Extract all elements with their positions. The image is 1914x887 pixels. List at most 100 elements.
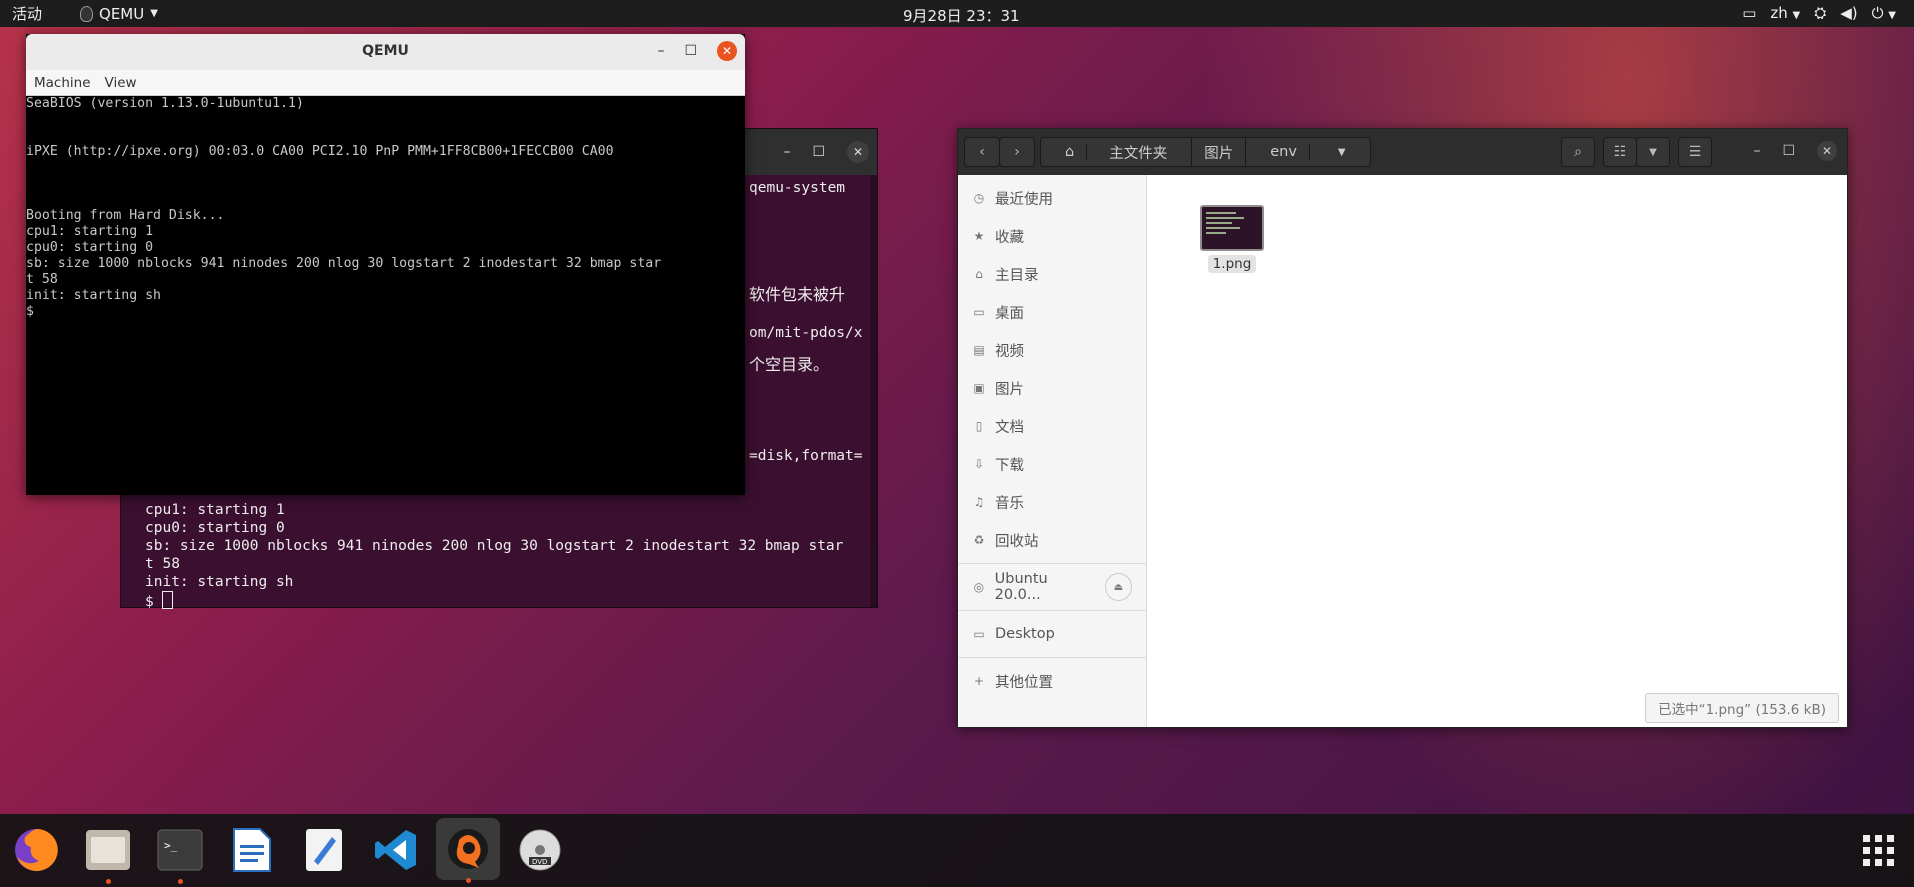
keyboard-icon[interactable]: ▭ — [1742, 4, 1756, 22]
files-icon[interactable] — [82, 824, 134, 884]
qemu-console[interactable]: SeaBIOS (version 1.13.0-1ubuntu1.1) iPXE… — [26, 96, 745, 320]
terminal-icon[interactable]: >_ — [154, 824, 206, 884]
trash-icon: ♻ — [973, 533, 985, 547]
vscode-icon[interactable] — [370, 824, 422, 876]
sidebar-item-label: Desktop — [995, 626, 1055, 642]
close-icon[interactable]: ✕ — [847, 141, 869, 163]
qemu-app-icon — [80, 5, 94, 22]
plus-icon: + — [973, 674, 985, 688]
download-icon: ⇩ — [973, 457, 985, 471]
sidebar-item-label: 回收站 — [995, 533, 1039, 550]
sidebar-divider — [958, 610, 1146, 611]
terminal-window-controls: – ☐ ✕ — [783, 141, 869, 163]
terminal-scrollbar[interactable] — [870, 175, 877, 607]
qemu-titlebar[interactable]: QEMU – ☐ ✕ — [26, 34, 745, 70]
file-view[interactable]: 1.png 已选中“1.png” (153.6 kB) — [1147, 175, 1847, 727]
top-bar: 活动 QEMU ▼ 9月28日 23：31 ▭ zh ▼ ⛭ ◀) ⏻ ▼ — [0, 0, 1914, 27]
text-editor-icon[interactable] — [298, 824, 350, 876]
qemu-menubar: Machine View — [26, 70, 745, 96]
network-icon[interactable]: ⛭ — [1814, 4, 1826, 22]
sidebar-item-label: 其他位置 — [995, 674, 1053, 691]
dvd-icon[interactable]: DVD — [514, 824, 566, 876]
sidebar-item-starred[interactable]: ★ 收藏 — [958, 217, 1146, 255]
sidebar-item-bookmark-desktop[interactable]: ▭ Desktop — [958, 615, 1146, 653]
breadcrumb-env[interactable]: env ▼ — [1246, 138, 1369, 166]
firefox-icon[interactable] — [10, 824, 62, 876]
eject-icon[interactable]: ⏏ — [1104, 573, 1132, 601]
window-title: QEMU — [362, 43, 409, 59]
terminal-fragment: om/mit-pdos/x — [749, 325, 863, 341]
writer-icon[interactable] — [226, 824, 278, 876]
sidebar-item-label: 下载 — [995, 457, 1024, 474]
image-thumbnail — [1200, 205, 1264, 251]
sidebar-item-home[interactable]: ⌂ 主目录 — [958, 255, 1146, 293]
breadcrumb-label: env — [1258, 144, 1310, 160]
power-icon[interactable]: ⏻ ▼ — [1872, 4, 1896, 22]
sidebar-item-desktop[interactable]: ▭ 桌面 — [958, 293, 1146, 331]
terminal-fragment: 软件包未被升 — [749, 285, 846, 304]
clock-icon: ◷ — [973, 191, 985, 205]
sidebar-item-label: 图片 — [995, 381, 1024, 398]
sidebar-divider — [958, 563, 1146, 564]
sidebar-item-label: 主目录 — [995, 267, 1039, 284]
terminal-fragment: =disk,format= — [749, 448, 863, 464]
sidebar-item-downloads[interactable]: ⇩ 下载 — [958, 445, 1146, 483]
terminal-fragment: 个空目录。 — [749, 355, 830, 374]
qemu-icon[interactable] — [436, 818, 500, 883]
minimize-icon[interactable]: – — [783, 144, 790, 160]
chevron-down-icon: ▼ — [1337, 146, 1346, 158]
back-button[interactable]: ‹ — [964, 137, 1000, 167]
files-window[interactable]: ‹ › ⌂ 主文件夹 图片 env ▼ ⌕ ☷ ▼ ☰ – ☐ ✕ ◷ 最近使用 ★ 收… — [957, 128, 1848, 728]
sidebar-item-documents[interactable]: ▯ 文档 — [958, 407, 1146, 445]
sidebar-item-label: Ubuntu 20.0... — [994, 571, 1048, 603]
breadcrumb-home[interactable]: ⌂ 主文件夹 — [1041, 138, 1193, 166]
sidebar-item-label: 音乐 — [995, 495, 1024, 512]
system-tray[interactable]: ▭ zh ▼ ⛭ ◀) ⏻ ▼ — [1742, 4, 1896, 22]
sidebar-item-videos[interactable]: ▤ 视频 — [958, 331, 1146, 369]
minimize-icon[interactable]: – — [1753, 143, 1760, 159]
chevron-down-icon: ▼ — [1649, 146, 1657, 158]
close-icon[interactable]: ✕ — [717, 41, 737, 61]
view-options-button[interactable]: ▼ — [1636, 137, 1670, 167]
home-icon: ⌂ — [1053, 144, 1088, 160]
maximize-icon[interactable]: ☐ — [684, 43, 697, 59]
activities-button[interactable]: 活动 — [12, 3, 42, 24]
close-icon[interactable]: ✕ — [1817, 141, 1837, 161]
qemu-window[interactable]: QEMU – ☐ ✕ Machine View SeaBIOS (version… — [26, 34, 745, 495]
files-headerbar: ‹ › ⌂ 主文件夹 图片 env ▼ ⌕ ☷ ▼ ☰ – ☐ ✕ — [958, 129, 1847, 175]
chevron-right-icon: › — [1014, 144, 1020, 160]
volume-icon[interactable]: ◀) — [1840, 4, 1857, 22]
maximize-icon[interactable]: ☐ — [1782, 143, 1795, 159]
sidebar-item-recent[interactable]: ◷ 最近使用 — [958, 179, 1146, 217]
sidebar-item-pictures[interactable]: ▣ 图片 — [958, 369, 1146, 407]
app-grid-icon[interactable] — [1852, 824, 1904, 876]
input-method[interactable]: zh ▼ — [1770, 4, 1800, 22]
chevron-down-icon: ▼ — [1792, 10, 1801, 21]
app-menu[interactable]: QEMU ▼ — [80, 5, 158, 23]
sidebar-item-music[interactable]: ♫ 音乐 — [958, 483, 1146, 521]
minimize-icon[interactable]: – — [657, 43, 664, 59]
sidebar-divider — [958, 657, 1146, 658]
menu-machine[interactable]: Machine — [34, 75, 91, 91]
forward-button[interactable]: › — [999, 137, 1035, 167]
view-list-button[interactable]: ☷ — [1603, 137, 1637, 167]
sidebar-item-other-locations[interactable]: + 其他位置 — [958, 662, 1146, 700]
search-icon: ⌕ — [1574, 144, 1582, 160]
sidebar-item-trash[interactable]: ♻ 回收站 — [958, 521, 1146, 559]
sidebar-item-device[interactable]: ◎ Ubuntu 20.0... ⏏ — [958, 568, 1146, 606]
home-icon: ⌂ — [975, 267, 983, 281]
menu-button[interactable]: ☰ — [1678, 137, 1712, 167]
app-menu-label: QEMU — [99, 4, 145, 23]
clock[interactable]: 9月28日 23：31 — [903, 5, 1020, 26]
document-icon: ▯ — [975, 419, 983, 433]
file-item[interactable]: 1.png — [1197, 205, 1267, 273]
breadcrumb-pictures[interactable]: 图片 — [1192, 138, 1247, 166]
video-icon: ▤ — [973, 343, 985, 357]
picture-icon: ▣ — [973, 381, 985, 395]
terminal-line: cpu0: starting 0 — [145, 520, 285, 536]
menu-view[interactable]: View — [105, 75, 137, 91]
search-button[interactable]: ⌕ — [1561, 137, 1595, 167]
maximize-icon[interactable]: ☐ — [812, 144, 825, 160]
chevron-down-icon: ▼ — [150, 8, 158, 19]
star-icon: ★ — [973, 229, 985, 243]
